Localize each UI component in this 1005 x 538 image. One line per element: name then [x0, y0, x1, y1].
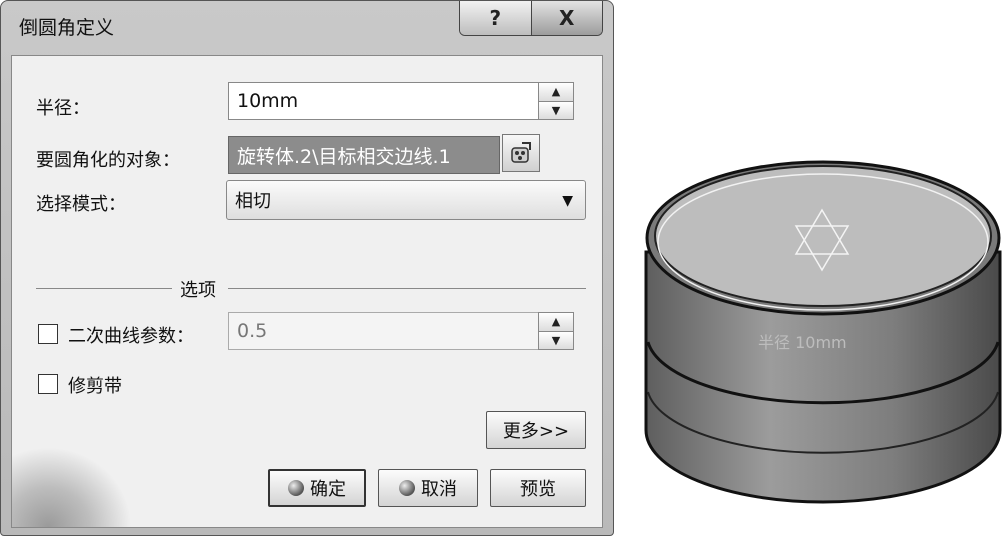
selection-mode-dropdown[interactable]: 相切 ▼: [226, 180, 586, 220]
options-section-label: 选项: [180, 280, 216, 301]
cylinder-part-view: 半径 10mm: [644, 160, 1002, 504]
selection-mode-label: 选择模式：: [36, 194, 126, 215]
chevron-down-icon: ▼: [562, 193, 573, 209]
multi-select-icon: [511, 142, 531, 163]
dialog-title: 倒圆角定义: [19, 17, 115, 39]
cancel-button-label: 取消: [421, 479, 457, 500]
close-button[interactable]: X: [530, 1, 602, 35]
trim-ribbon-checkbox[interactable]: [38, 374, 58, 394]
conic-parameter-label: 二次曲线参数：: [68, 326, 194, 347]
objects-field[interactable]: 旋转体.2\目标相交边线.1: [228, 136, 500, 174]
preview-button[interactable]: 预览: [490, 469, 586, 507]
decorative-sphere: [12, 447, 132, 527]
conic-parameter-spinner[interactable]: ▲ ▼: [538, 312, 574, 350]
conic-up-arrow-icon[interactable]: ▲: [539, 313, 573, 331]
ok-button-label: 确定: [310, 479, 346, 500]
cancel-ball-icon: [399, 480, 415, 496]
title-bar-buttons: ? X: [459, 1, 603, 36]
objects-label: 要圆角化的对象：: [36, 150, 180, 171]
radius-up-arrow-icon[interactable]: ▲: [539, 83, 573, 101]
ok-ball-icon: [288, 480, 304, 496]
multi-select-button[interactable]: [502, 134, 540, 172]
conic-parameter-input[interactable]: 0.5: [228, 312, 540, 350]
radius-input[interactable]: 10mm: [228, 82, 540, 120]
conic-down-arrow-icon[interactable]: ▼: [539, 330, 573, 349]
ok-button[interactable]: 确定: [268, 469, 366, 507]
radius-label: 半径：: [36, 98, 90, 119]
options-separator-left: [36, 288, 172, 289]
fillet-definition-dialog: 倒圆角定义 ? X 半径： 10mm ▲ ▼ 要圆角化的对象： 旋转体.2\目标…: [0, 0, 614, 536]
title-bar: 倒圆角定义 ? X: [1, 1, 613, 45]
radius-down-arrow-icon[interactable]: ▼: [539, 100, 573, 119]
help-button[interactable]: ?: [460, 1, 531, 35]
radius-spinner[interactable]: ▲ ▼: [538, 82, 574, 120]
cancel-button[interactable]: 取消: [378, 469, 478, 507]
dialog-content: 半径： 10mm ▲ ▼ 要圆角化的对象： 旋转体.2\目标相交边线.1 选择模…: [11, 55, 603, 528]
radius-annotation: 半径 10mm: [758, 333, 847, 352]
options-separator-right: [228, 288, 586, 289]
more-button[interactable]: 更多>>: [486, 411, 586, 449]
part-viewport: 半径 10mm: [640, 130, 1005, 524]
selection-mode-value: 相切: [235, 191, 271, 212]
conic-parameter-checkbox[interactable]: [38, 324, 58, 344]
trim-ribbon-label: 修剪带: [68, 376, 122, 397]
